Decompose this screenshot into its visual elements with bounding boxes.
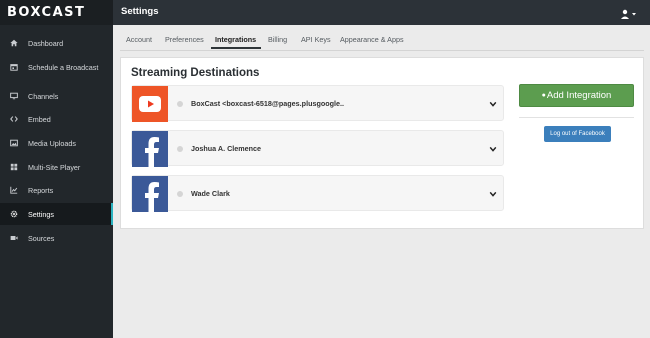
destination-name: Joshua A. Clemence [191,144,262,153]
sidebar-item-schedule-broadcast[interactable]: Schedule a Broadcast [0,56,113,78]
page-title: Settings [121,6,159,17]
sidebar-item-embed[interactable]: Embed [0,108,113,130]
top-bar: Settings [113,0,650,25]
chevron-down-icon[interactable] [489,190,497,198]
destination-row-facebook[interactable]: Joshua A. Clemence [131,130,504,167]
video-camera-icon [10,236,18,240]
sidebar-item-label: Schedule a Broadcast [28,62,99,72]
sidebar-item-label: Reports [28,185,54,195]
sidebar-item-label: Sources [28,233,55,243]
tab-integrations[interactable]: Integrations [215,35,256,44]
tab-preferences[interactable]: Preferences [165,35,204,44]
status-dot [177,101,183,107]
tab-api-keys[interactable]: API Keys [301,35,331,44]
destination-row-facebook[interactable]: Wade Clark [131,175,504,212]
sidebar-item-label: Multi-Site Player [28,162,81,172]
chevron-down-icon[interactable] [489,100,497,108]
plus-icon: ● [541,92,546,99]
sidebar-item-label: Settings [28,209,54,219]
sidebar-item-settings[interactable]: Settings [0,203,113,225]
home-icon [10,39,18,47]
streaming-destinations-card: Streaming Destinations BoxCast <boxcast-… [120,57,644,229]
youtube-icon [139,96,161,112]
user-menu[interactable] [620,7,638,19]
gear-icon [10,210,18,218]
monitor-icon [10,92,18,100]
destination-name: BoxCast <boxcast-6518@pages.plusgoogle.. [191,99,345,108]
sidebar-item-label: Dashboard [28,38,64,48]
facebook-badge [132,176,168,212]
sidebar-item-reports[interactable]: Reports [0,179,113,201]
sidebar-item-sources[interactable]: Sources [0,227,113,249]
sidebar-item-channels[interactable]: Channels [0,85,113,107]
facebook-badge [132,131,168,167]
image-icon [10,139,18,147]
section-title: Streaming Destinations [131,67,260,79]
tabs-divider [120,50,644,51]
destination-name: Wade Clark [191,189,230,198]
logout-facebook-button[interactable]: Log out of Facebook [544,126,611,142]
sidebar-item-label: Embed [28,114,51,124]
boxcast-logo[interactable]: BOXCAST [0,0,113,25]
facebook-icon [145,182,159,212]
sidebar: BOXCAST Dashboard Schedule a Broadcast C… [0,0,113,338]
tab-billing[interactable]: Billing [268,35,287,44]
divider [519,117,634,118]
code-icon [10,116,18,122]
calendar-icon [10,64,18,71]
status-dot [177,191,183,197]
sidebar-item-media-uploads[interactable]: Media Uploads [0,132,113,154]
user-icon [621,9,636,19]
sidebar-item-label: Media Uploads [28,138,76,148]
tab-account[interactable]: Account [126,35,152,44]
destination-row-youtube[interactable]: BoxCast <boxcast-6518@pages.plusgoogle.. [131,85,504,122]
chart-icon [10,186,18,194]
active-tab-indicator [211,47,261,49]
sidebar-item-dashboard[interactable]: Dashboard [0,32,113,54]
add-integration-label: Add Integration [546,90,612,101]
facebook-icon [145,137,159,167]
status-dot [177,146,183,152]
settings-tabs: Account Preferences Integrations Billing… [113,25,650,53]
chevron-down-icon[interactable] [489,145,497,153]
youtube-badge [132,86,168,122]
tab-appearance-apps[interactable]: Appearance & Apps [340,35,404,44]
add-integration-button[interactable]: ● Add Integration [519,84,634,107]
grid-icon [10,163,18,171]
sidebar-item-multi-site-player[interactable]: Multi-Site Player [0,156,113,178]
sidebar-item-label: Channels [28,91,59,101]
